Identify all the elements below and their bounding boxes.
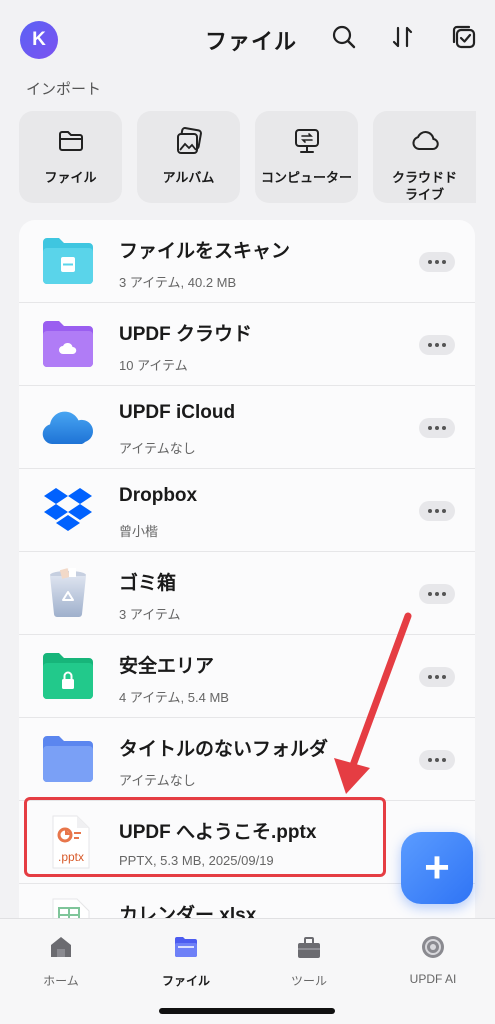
add-button[interactable]: + <box>401 832 473 904</box>
file-name: Dropbox <box>119 485 198 506</box>
import-cloud-button[interactable]: クラウドドライブ <box>373 111 476 203</box>
file-name: ゴミ箱 <box>119 573 177 594</box>
tools-icon <box>295 933 323 966</box>
header: K ファイル <box>0 0 495 72</box>
file-name: タイトルのないフォルダ <box>119 739 329 760</box>
sort-icon[interactable] <box>390 24 416 50</box>
file-name: 安全エリア <box>119 656 215 677</box>
file-list: ファイルをスキャン 3 アイテム, 40.2 MB UPDF クラウド 10 ア… <box>19 220 475 920</box>
file-meta: アイテムなし <box>119 773 196 788</box>
home-icon <box>47 933 75 966</box>
import-section-label: インポート <box>26 81 102 98</box>
icloud-icon <box>39 400 97 454</box>
more-button[interactable] <box>419 584 455 604</box>
list-item[interactable]: UPDF iCloud アイテムなし <box>19 386 475 469</box>
import-album-label: アルバム <box>162 170 215 185</box>
import-cloud-label: クラウドドライブ <box>391 170 457 202</box>
file-meta: アイテムなし <box>119 441 196 456</box>
file-name: UPDF クラウド <box>119 324 253 345</box>
file-name: ファイルをスキャン <box>119 241 291 262</box>
search-icon[interactable] <box>331 24 357 50</box>
more-button[interactable] <box>419 252 455 272</box>
updf-cloud-folder-icon <box>39 317 97 371</box>
files-icon <box>172 933 200 966</box>
list-item[interactable]: ファイルをスキャン 3 アイテム, 40.2 MB <box>19 220 475 303</box>
list-item[interactable]: ゴミ箱 3 アイテム <box>19 552 475 635</box>
more-button[interactable] <box>419 667 455 687</box>
tab-label: ファイル <box>161 974 210 988</box>
file-meta: 曾小楷 <box>119 524 159 539</box>
trash-icon <box>39 566 97 620</box>
tab-home[interactable]: ホーム <box>16 933 106 989</box>
tab-tools[interactable]: ツール <box>264 933 354 989</box>
more-button[interactable] <box>419 750 455 770</box>
tab-label: UPDF AI <box>409 972 457 986</box>
more-button[interactable] <box>419 501 455 521</box>
import-row: ファイル アルバム コンピューター クラウドドライブ <box>19 111 495 203</box>
tab-files[interactable]: ファイル <box>141 933 231 989</box>
import-computer-label: コンピューター <box>260 170 352 185</box>
pptx-badge: .pptx <box>58 850 84 864</box>
list-item[interactable]: UPDF クラウド 10 アイテム <box>19 303 475 386</box>
import-file-button[interactable]: ファイル <box>19 111 122 203</box>
computer-icon <box>292 126 322 161</box>
tab-label: ホーム <box>43 974 79 988</box>
list-item[interactable]: Dropbox 曾小楷 <box>19 469 475 552</box>
file-meta: 4 アイテム, 5.4 MB <box>119 690 229 705</box>
home-indicator <box>159 1008 335 1014</box>
folder-icon <box>56 126 86 161</box>
more-button[interactable] <box>419 335 455 355</box>
file-name: カレンダー.xlsx <box>119 905 257 920</box>
file-name: UPDF へようこそ.pptx <box>119 822 317 843</box>
secure-folder-icon <box>39 649 97 703</box>
album-icon <box>174 126 204 161</box>
avatar[interactable]: K <box>20 21 58 59</box>
file-meta: 3 アイテム, 40.2 MB <box>119 275 237 290</box>
more-button[interactable] <box>419 418 455 438</box>
dropbox-icon <box>39 483 97 537</box>
file-meta: PPTX, 5.3 MB, 2025/09/19 <box>119 853 274 868</box>
import-computer-button[interactable]: コンピューター <box>255 111 358 203</box>
folder-icon <box>39 732 97 786</box>
file-name: UPDF iCloud <box>119 402 236 423</box>
file-meta: 10 アイテム <box>119 358 188 373</box>
pptx-file-icon: .pptx <box>39 815 97 869</box>
page-title: ファイル <box>205 29 298 54</box>
tab-updf-ai[interactable]: UPDF AI <box>388 933 478 986</box>
list-item[interactable]: タイトルのないフォルダ アイテムなし <box>19 718 475 801</box>
ai-icon <box>419 933 447 966</box>
list-item[interactable]: 安全エリア 4 アイテム, 5.4 MB <box>19 635 475 718</box>
select-icon[interactable] <box>451 24 477 50</box>
tab-label: ツール <box>290 974 327 988</box>
xlsx-file-icon <box>39 898 97 920</box>
scan-folder-icon <box>39 234 97 288</box>
import-album-button[interactable]: アルバム <box>137 111 240 203</box>
import-file-label: ファイル <box>44 170 97 185</box>
file-meta: 3 アイテム <box>119 607 181 622</box>
cloud-icon <box>410 126 440 161</box>
